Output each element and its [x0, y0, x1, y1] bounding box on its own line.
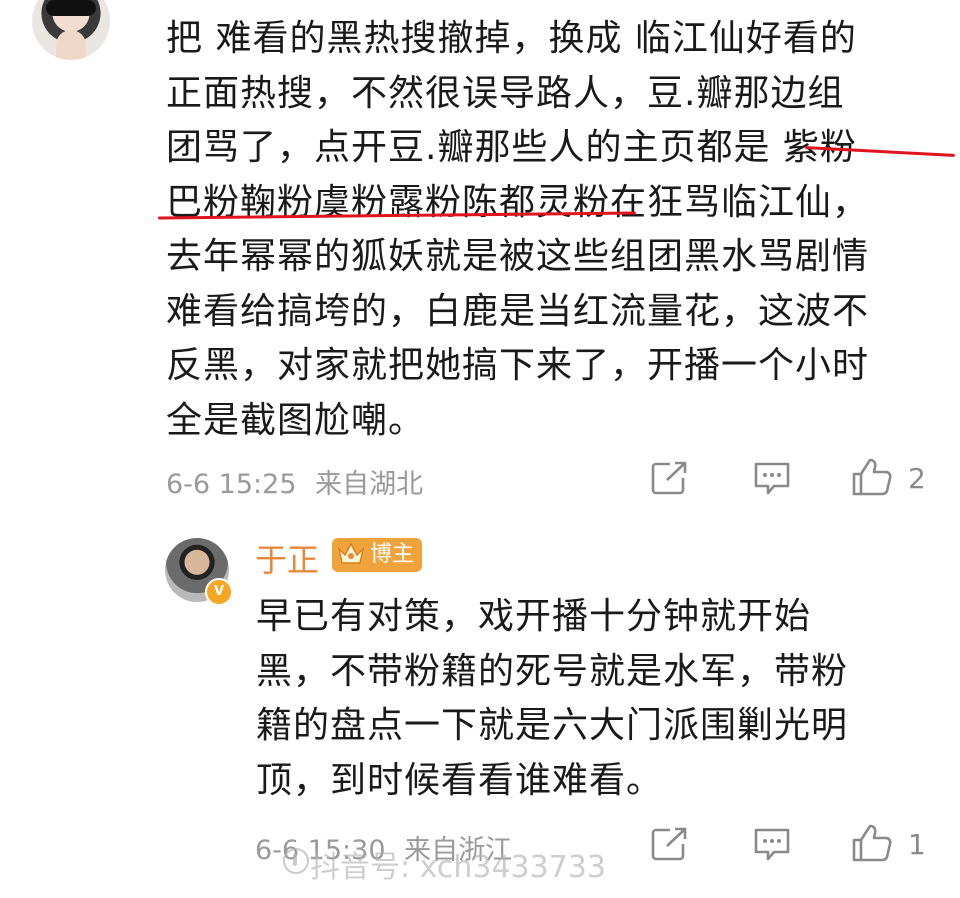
- like-count: 2: [908, 462, 926, 495]
- badge-label: 博主: [370, 542, 415, 567]
- douyin-logo-icon: [283, 848, 309, 874]
- comment-meta: 6-6 15:25 来自湖北: [166, 462, 423, 501]
- comment-body: 把 难看的黑热搜撤掉，换成 临江仙好看的 正面热搜，不然很误导路人，豆.瓣那边组…: [166, 12, 936, 448]
- sunglasses-shape: [46, 0, 96, 16]
- thumbs-up-icon[interactable]: [850, 456, 894, 498]
- comment-line: 去年幂幂的狐妖就是被这些组团黑水骂剧情: [166, 236, 870, 277]
- reply-line: 黑，不带粉籍的死号就是水军，带粉: [256, 650, 849, 692]
- comment-line: 全是截图尬嘲。: [166, 399, 426, 441]
- reply-line: 籍的盘点一下就是六大门派围剿光明: [256, 705, 849, 746]
- thumbs-up-icon[interactable]: [850, 822, 894, 864]
- blogger-badge: 博主: [332, 538, 423, 572]
- comment-line: 反黑，对家就把她搞下来了，开播一个小时: [166, 345, 870, 386]
- comment-icon[interactable]: [752, 826, 792, 862]
- share-icon[interactable]: [650, 826, 690, 862]
- verified-badge-icon: V: [205, 578, 233, 606]
- author-name[interactable]: 于正: [255, 535, 319, 581]
- reply-line: 早已有对策，戏开播十分钟就开始: [256, 596, 812, 637]
- crown-icon: [337, 542, 365, 564]
- comment-line: 把 难看的黑热搜撤掉，换成 临江仙好看的: [166, 18, 857, 59]
- reply-body: 早已有对策，戏开播十分钟就开始 黑，不带粉籍的死号就是水军，带粉 籍的盘点一下就…: [256, 590, 936, 808]
- comment-line: 巴粉鞠粉虞粉露粉陈都灵粉在狂骂临江仙，: [166, 181, 870, 223]
- comment-line: 正面热搜，不然很误导路人，豆.瓣那边组: [166, 72, 845, 114]
- avatar-figure: [56, 30, 86, 60]
- comment-icon[interactable]: [752, 460, 792, 496]
- like-count: 1: [908, 828, 926, 861]
- comment-location: 来自湖北: [315, 469, 424, 500]
- commenter-avatar[interactable]: [32, 0, 110, 60]
- comment-line: 难看给搞垮的，白鹿是当红流量花，这波不: [166, 290, 870, 332]
- share-icon[interactable]: [650, 460, 690, 496]
- comment-time: 6-6 15:25: [166, 469, 297, 500]
- watermark-text: 抖音号: xch3433733: [310, 850, 606, 885]
- reply-line: 顶，到时候看看谁难看。: [256, 759, 664, 801]
